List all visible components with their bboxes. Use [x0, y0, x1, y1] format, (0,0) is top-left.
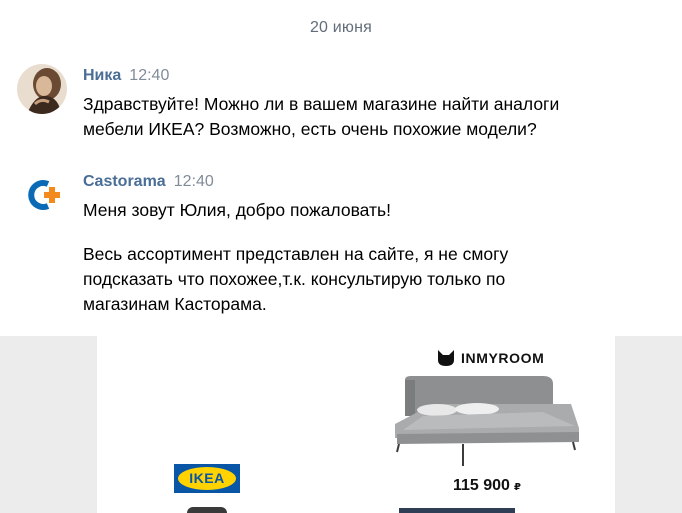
user-photo-icon: [17, 64, 67, 114]
message-text-line: Здравствуйте! Можно ли в вашем магазине …: [83, 94, 560, 114]
date-separator: 20 июня: [309, 19, 373, 36]
message-text-line: Меня зовут Юлия, добро пожаловать!: [83, 200, 392, 220]
castorama-logo-icon: [17, 170, 67, 220]
message-text-line: подсказать что похожее,т.к. консультирую…: [83, 269, 506, 289]
message-text-line: магазинам Касторама.: [83, 294, 267, 314]
attached-image[interactable]: IKEA INMYROOM 115 900 ₽: [0, 336, 682, 513]
currency-symbol: ₽: [513, 482, 521, 493]
product-image-fragment: [399, 508, 515, 513]
product-image-fragment: [187, 507, 227, 513]
comparison-card: IKEA INMYROOM 115 900 ₽: [97, 336, 615, 513]
product-price: 115 900 ₽: [453, 477, 521, 495]
author-line: Ника 12:40: [83, 67, 169, 85]
ikea-logo-text: IKEA: [189, 470, 225, 486]
author-name[interactable]: Ника: [83, 67, 121, 84]
bed-image: [395, 376, 579, 466]
cat-icon: [438, 350, 454, 366]
ikea-logo: IKEA: [174, 464, 240, 493]
message-text-line: Весь ассортимент представлен на сайте, я…: [83, 244, 509, 264]
avatar[interactable]: [17, 64, 67, 114]
inmyroom-logo: INMYROOM: [437, 350, 544, 366]
message-text-line: мебели ИКЕА? Возможно, есть очень похожи…: [83, 119, 537, 139]
inmyroom-logo-text: INMYROOM: [461, 350, 545, 366]
avatar[interactable]: [17, 170, 67, 220]
author-line: Castorama 12:40: [83, 173, 214, 191]
price-value: 115 900: [453, 477, 510, 494]
author-name[interactable]: Castorama: [83, 173, 166, 190]
message-time: 12:40: [173, 173, 214, 190]
message-time: 12:40: [129, 67, 170, 84]
